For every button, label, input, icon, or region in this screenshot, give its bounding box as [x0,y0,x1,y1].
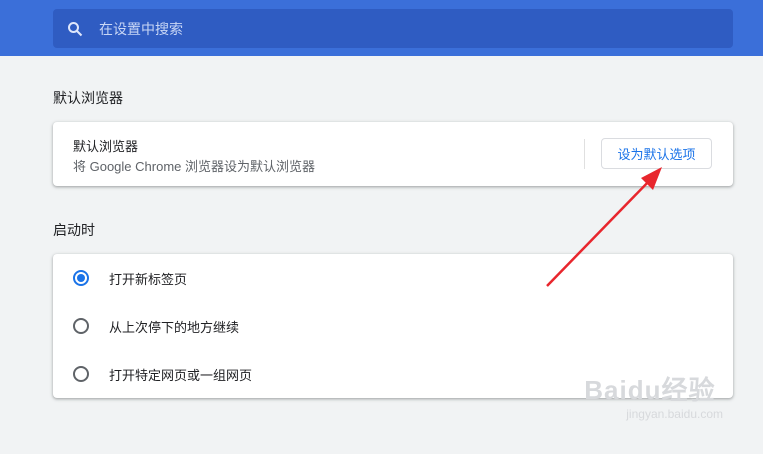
watermark-brand: Baidu经验 [584,375,716,405]
watermark-url: jingyan.baidu.com [626,407,723,421]
watermark: Baidu经验 jingyan.baidu.com [584,370,723,421]
